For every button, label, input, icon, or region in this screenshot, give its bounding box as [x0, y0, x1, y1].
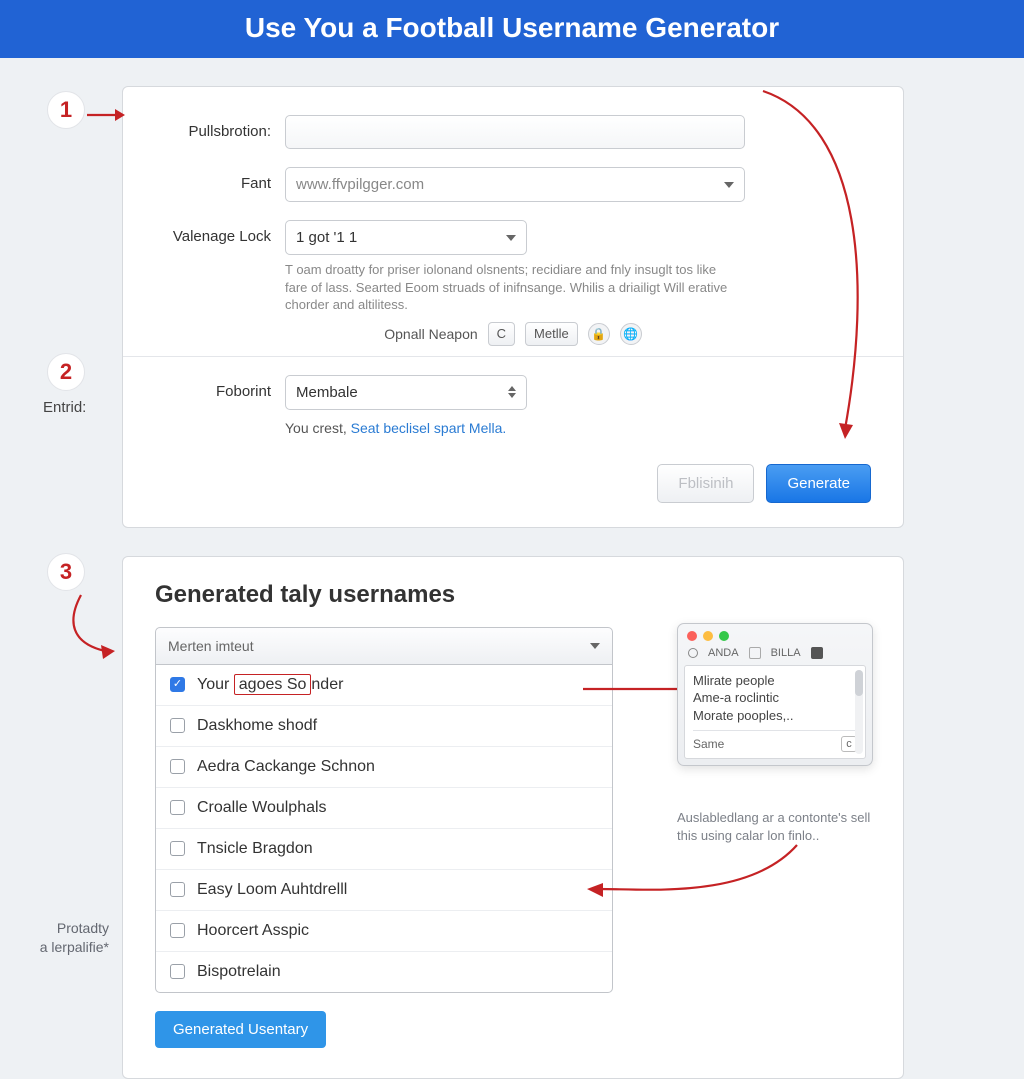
- opnail-row: Opnall Neapon C Metlle 🔒 🌐: [155, 322, 871, 346]
- results-filter-select[interactable]: Merten imteut: [155, 627, 613, 665]
- step-badge-1: 1: [47, 91, 85, 129]
- row-foborint: Foborint Membale You crest, Seat beclise…: [155, 375, 871, 436]
- step-2-caption: Entrid:: [43, 399, 86, 416]
- checkbox-icon[interactable]: [170, 923, 185, 938]
- foborint-value: Membale: [296, 384, 358, 401]
- list-item[interactable]: Tnsicle Bragdon: [156, 828, 612, 869]
- radio-icon[interactable]: [688, 648, 698, 658]
- page-header: Use You a Football Username Generator: [0, 0, 1024, 58]
- config-panel: 1 2 Entrid: Pullsbrotion: Fant www.ffvpi…: [122, 86, 904, 528]
- tab-icon: [749, 647, 761, 659]
- checkbox-icon[interactable]: [170, 677, 185, 692]
- preview-tab-2[interactable]: BILLA: [771, 647, 801, 659]
- list-item[interactable]: Hoorcert Asspic: [156, 910, 612, 951]
- preview-window: ANDA BILLA Mlirate people Ame-a roclinti…: [677, 623, 873, 767]
- highlight-fragment: agoes So: [234, 674, 312, 695]
- lock-icon[interactable]: 🔒: [588, 323, 610, 345]
- checkbox-icon[interactable]: [170, 841, 185, 856]
- list-item[interactable]: Croalle Woulphals: [156, 787, 612, 828]
- list-item[interactable]: Aedra Cackange Schnon: [156, 746, 612, 787]
- tab-icon: [811, 647, 823, 659]
- divider: [123, 356, 903, 357]
- valenage-help-text: T oam droatty for priser iolonand olsnen…: [285, 261, 735, 314]
- chevron-down-icon: [506, 235, 516, 241]
- arrow-from-caption-icon: [579, 839, 809, 909]
- subtext-prefix: You crest,: [285, 420, 351, 436]
- checkbox-icon[interactable]: [170, 882, 185, 897]
- list-item-label: Aedra Cackange Schnon: [197, 758, 375, 776]
- subtext-link[interactable]: Seat beclisel spart Mella.: [351, 420, 507, 436]
- secondary-button[interactable]: Fblisinih: [657, 464, 754, 503]
- page-title: Use You a Football Username Generator: [245, 12, 779, 43]
- preview-tab-1[interactable]: ANDA: [708, 647, 739, 659]
- arrow-to-list-icon: [65, 593, 119, 663]
- pullsbrotion-label: Pullsbrotion:: [155, 115, 285, 140]
- chevron-down-icon: [724, 182, 734, 188]
- preview-caption: Auslabledlang ar a contonte's sell this …: [677, 809, 873, 845]
- foborint-subtext: You crest, Seat beclisel spart Mella.: [285, 420, 871, 436]
- step-number-2: 2: [60, 359, 72, 385]
- preview-body: Mlirate people Ame-a roclintic Morate po…: [684, 665, 866, 760]
- list-item-label: Your agoes Sonder: [197, 676, 343, 694]
- checkbox-icon[interactable]: [170, 718, 185, 733]
- list-item[interactable]: Bispotrelain: [156, 951, 612, 992]
- list-item-label: Hoorcert Asspic: [197, 922, 309, 940]
- list-item-label: Croalle Woulphals: [197, 799, 327, 817]
- row-fant: Fant www.ffvpilgger.com: [155, 167, 871, 202]
- list-item-label: Daskhome shodf: [197, 717, 317, 735]
- close-dot-icon[interactable]: [687, 631, 697, 641]
- row-pullsbrotion: Pullsbrotion:: [155, 115, 871, 149]
- chevron-down-icon: [590, 643, 600, 649]
- left-caption: Protadty a lerpalifie*: [17, 919, 109, 957]
- opnail-mettle-button[interactable]: Metlle: [525, 322, 578, 346]
- opnail-label: Opnall Neapon: [384, 326, 477, 342]
- checkbox-icon[interactable]: [170, 964, 185, 979]
- arrow-icon: [85, 105, 125, 125]
- step-number-1: 1: [60, 97, 72, 123]
- results-panel: 3 Generated taly usernames Merten imteut…: [122, 556, 904, 1079]
- list-item[interactable]: Your agoes Sonder: [156, 665, 612, 705]
- list-item-label: Bispotrelain: [197, 963, 281, 981]
- scrollbar-thumb[interactable]: [855, 670, 863, 696]
- zoom-dot-icon[interactable]: [719, 631, 729, 641]
- list-item-label: Tnsicle Bragdon: [197, 840, 313, 858]
- form-actions: Fblisinih Generate: [155, 464, 871, 503]
- chevron-updown-icon: [508, 386, 516, 398]
- scrollbar[interactable]: [855, 670, 863, 755]
- step-number-3: 3: [60, 559, 72, 585]
- opnail-c-button[interactable]: C: [488, 322, 515, 346]
- results-filter-value: Merten imteut: [168, 638, 254, 654]
- step-badge-2-wrap: 2 Entrid:: [47, 353, 86, 416]
- row-valenage: Valenage Lock 1 got '1 1 T oam droatty f…: [155, 220, 871, 314]
- preview-tabs: ANDA BILLA: [678, 645, 872, 665]
- valenage-select[interactable]: 1 got '1 1: [285, 220, 527, 255]
- preview-line: Ame-a roclintic: [693, 689, 857, 707]
- step-badge-3: 3: [47, 553, 85, 591]
- foborint-label: Foborint: [155, 375, 285, 400]
- preview-footer-label: Same: [693, 736, 724, 752]
- checkbox-icon[interactable]: [170, 800, 185, 815]
- step-badge-2: 2: [47, 353, 85, 391]
- foborint-select[interactable]: Membale: [285, 375, 527, 410]
- preview-footer: Same c: [693, 730, 857, 752]
- results-list: Your agoes Sonder Daskhome shodf Aedra C…: [155, 665, 613, 993]
- globe-icon[interactable]: 🌐: [620, 323, 642, 345]
- generated-usentary-button[interactable]: Generated Usentary: [155, 1011, 326, 1048]
- list-item[interactable]: Easy Loom Auhtdrelll: [156, 869, 612, 910]
- preview-line: Mlirate people: [693, 672, 857, 690]
- minimize-dot-icon[interactable]: [703, 631, 713, 641]
- checkbox-icon[interactable]: [170, 759, 185, 774]
- valenage-value: 1 got '1 1: [296, 229, 357, 246]
- preview-line: Morate pooples,..: [693, 707, 857, 725]
- pullsbrotion-input[interactable]: [285, 115, 745, 149]
- results-title: Generated taly usernames: [155, 581, 871, 609]
- window-controls: [678, 624, 872, 645]
- generate-button[interactable]: Generate: [766, 464, 871, 503]
- fant-select[interactable]: www.ffvpilgger.com: [285, 167, 745, 202]
- list-item[interactable]: Daskhome shodf: [156, 705, 612, 746]
- valenage-label: Valenage Lock: [155, 220, 285, 245]
- fant-label: Fant: [155, 167, 285, 192]
- list-item-label: Easy Loom Auhtdrelll: [197, 881, 347, 899]
- fant-placeholder: www.ffvpilgger.com: [296, 176, 424, 193]
